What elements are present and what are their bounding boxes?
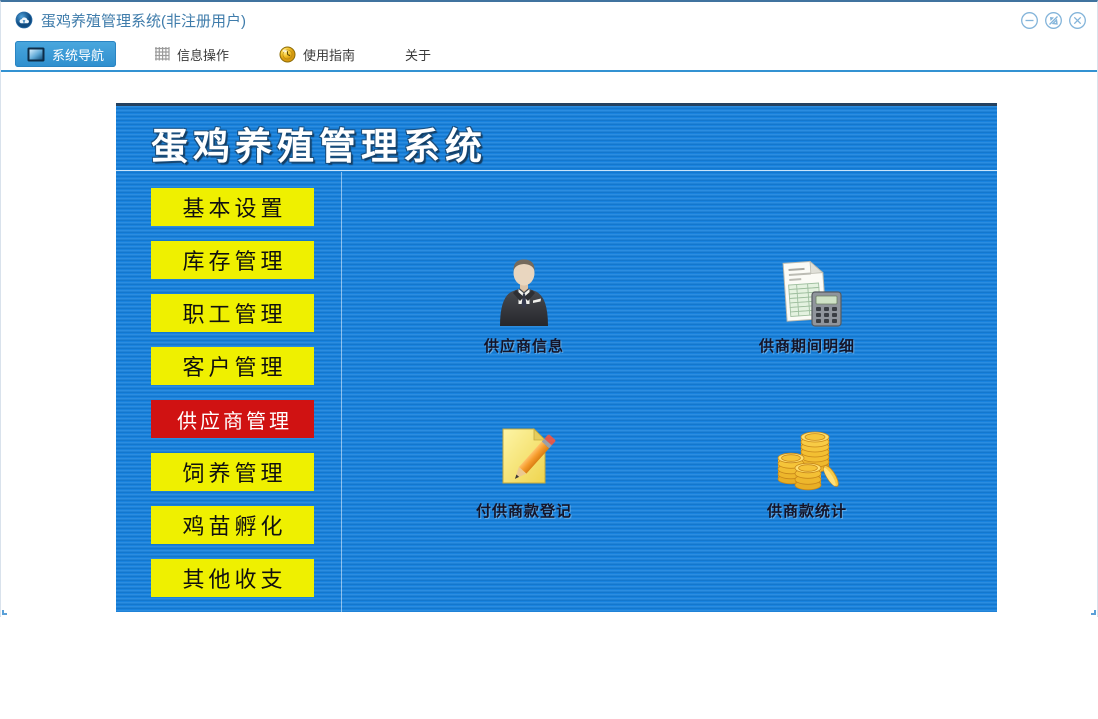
monitor-icon: [27, 47, 45, 62]
tab-label: 关于: [405, 47, 432, 63]
shortcut-label: 付供商款登记: [475, 503, 572, 520]
maximize-button[interactable]: [1044, 11, 1063, 30]
sidebar-item-customers[interactable]: 客户管理: [151, 347, 314, 385]
sidebar-item-other-income[interactable]: 其他收支: [151, 559, 314, 597]
resize-grip-right[interactable]: [1091, 610, 1096, 615]
shortcut-label: 供商期间明细: [758, 338, 855, 355]
sidebar-item-feeding[interactable]: 饲养管理: [151, 453, 314, 491]
shortcut-supplier-period-detail[interactable]: 供商期间明细: [737, 256, 877, 356]
sidebar: 基本设置 库存管理 职工管理 客户管理 供应商管理 饲养管理 鸡苗孵化 其他收支: [151, 188, 314, 597]
titlebar: 蛋鸡养殖管理系统(非注册用户): [1, 2, 1097, 38]
shortcut-label: 供应商信息: [483, 338, 564, 355]
close-button[interactable]: [1068, 11, 1087, 30]
shortcut-supplier-info[interactable]: 供应商信息: [454, 256, 594, 356]
resize-grip-left[interactable]: [2, 610, 7, 615]
toolbar: 系统导航 信息操作 使用指南 关于: [1, 38, 1097, 72]
shortcut-supplier-payment-stats[interactable]: 供商款统计: [737, 421, 877, 521]
sidebar-item-suppliers[interactable]: 供应商管理: [151, 400, 314, 438]
tab-user-guide[interactable]: 使用指南: [267, 41, 367, 67]
minimize-button[interactable]: [1020, 11, 1039, 30]
workspace: 蛋鸡养殖管理系统 基本设置 库存管理 职工管理 客户管理 供应商管理 饲养管理 …: [1, 72, 1097, 617]
tab-about[interactable]: 关于: [393, 41, 443, 67]
app-logo-icon: [15, 11, 33, 29]
window-title: 蛋鸡养殖管理系统(非注册用户): [41, 12, 246, 30]
tab-label: 使用指南: [303, 47, 356, 63]
window-controls: [1020, 11, 1087, 30]
sidebar-item-chick-hatching[interactable]: 鸡苗孵化: [151, 506, 314, 544]
grid-icon: [154, 46, 170, 62]
panel-title: 蛋鸡养殖管理系统: [151, 126, 487, 167]
shortcut-supplier-payment-register[interactable]: 付供商款登记: [454, 421, 594, 521]
main-panel: 蛋鸡养殖管理系统 基本设置 库存管理 职工管理 客户管理 供应商管理 饲养管理 …: [116, 103, 997, 612]
sidebar-item-inventory[interactable]: 库存管理: [151, 241, 314, 279]
businessman-icon: [500, 259, 548, 326]
tab-info-operations[interactable]: 信息操作: [142, 41, 241, 67]
invoice-calculator-icon: [782, 260, 842, 327]
note-pencil-icon: [502, 428, 556, 484]
header-divider: [116, 170, 997, 171]
sidebar-item-staff[interactable]: 职工管理: [151, 294, 314, 332]
tab-label: 系统导航: [52, 47, 105, 63]
tab-system-navigation[interactable]: 系统导航: [15, 41, 117, 67]
sidebar-divider: [341, 172, 342, 612]
help-ball-icon: [279, 46, 296, 63]
app-window: 蛋鸡养殖管理系统(非注册用户) 系统导航 信息操作 使用指南 关于 蛋鸡养殖管理…: [0, 0, 1098, 617]
gold-coins-icon: [777, 431, 839, 491]
sidebar-item-basic-settings[interactable]: 基本设置: [151, 188, 314, 226]
tab-label: 信息操作: [177, 47, 230, 63]
shortcut-label: 供商款统计: [766, 503, 847, 520]
